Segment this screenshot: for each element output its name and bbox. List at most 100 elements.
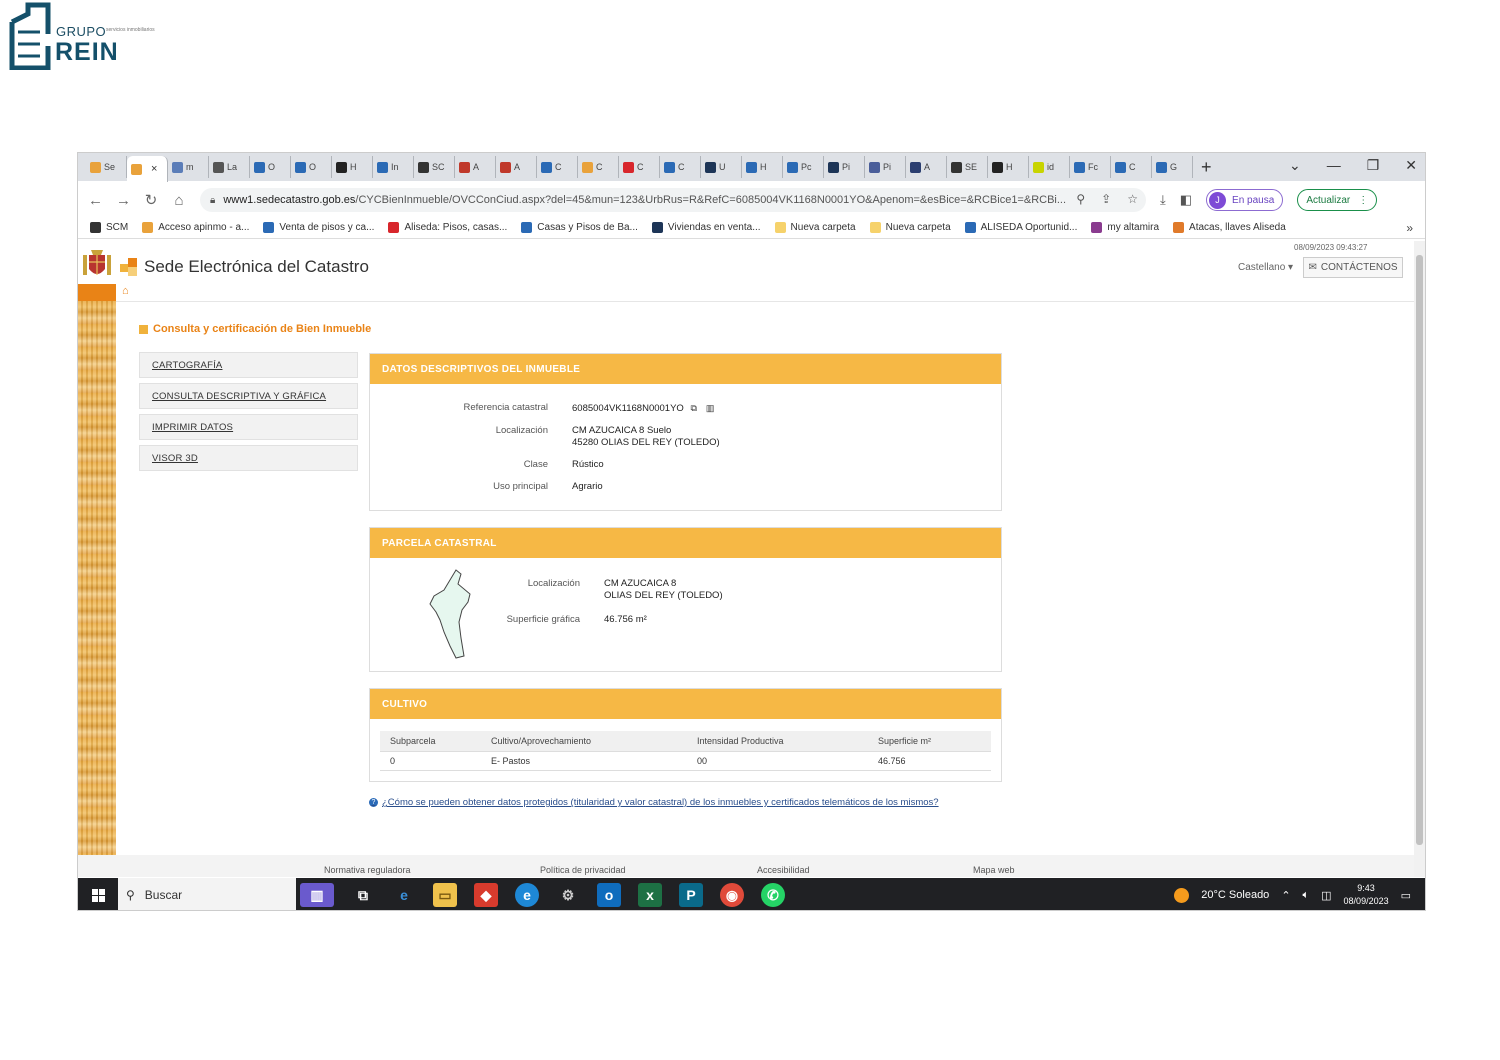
anydesk-icon[interactable]: ◆ [474, 883, 498, 907]
reload-icon[interactable]: ↻ [144, 191, 158, 209]
home-icon[interactable]: ⌂ [172, 192, 186, 209]
speaker-icon[interactable]: 🔈︎ [1303, 889, 1310, 902]
windows-taskbar: ⚲ Buscar ▥ ⧉ e ▭ ◆ e ⚙ o x P ◉ ✆ 20°C So… [78, 878, 1425, 910]
bookmark-item[interactable]: Atacas, llaves Aliseda [1173, 222, 1286, 233]
bookmark-star-icon[interactable]: ☆ [1127, 192, 1138, 206]
bookmark-item[interactable]: my altamira [1091, 222, 1159, 233]
browser-tab[interactable]: C [660, 156, 701, 178]
start-button[interactable] [78, 878, 118, 910]
browser-tab[interactable]: G [1152, 156, 1193, 178]
footer-link-privacidad[interactable]: Política de privacidad [540, 865, 626, 875]
scrollbar-thumb[interactable] [1416, 255, 1423, 845]
contact-button[interactable]: ✉ CONTÁCTENOS [1303, 257, 1403, 278]
browser-tab[interactable]: SE [947, 156, 988, 178]
back-arrow-icon[interactable]: ← [88, 192, 103, 209]
browser-tab[interactable]: U [701, 156, 742, 178]
language-selector[interactable]: Castellano ▾ [1238, 262, 1293, 273]
footer-link-mapa-web[interactable]: Mapa web [973, 865, 1015, 875]
books-app-icon[interactable]: ▥ [300, 883, 334, 907]
footer-link-normativa[interactable]: Normativa reguladora [324, 865, 411, 875]
new-tab-button[interactable]: + [1201, 157, 1212, 178]
bookmark-item[interactable]: Venta de pisos y ca... [263, 222, 374, 233]
browser-tab[interactable]: H [988, 156, 1029, 178]
taskbar-apps: ▥ ⧉ e ▭ ◆ e ⚙ o x P ◉ ✆ [300, 883, 785, 907]
browser-tab[interactable]: H [742, 156, 783, 178]
panel-header: DATOS DESCRIPTIVOS DEL INMUEBLE [370, 354, 1001, 384]
browser-tab[interactable]: Pi [824, 156, 865, 178]
browser-tab[interactable]: O [291, 156, 332, 178]
forward-arrow-icon[interactable]: → [116, 192, 131, 209]
address-bar[interactable]: 🔒︎ www1.sedecatastro.gob.es/CYCBienInmue… [200, 188, 1146, 212]
outlook-icon[interactable]: o [597, 883, 621, 907]
tray-chevron-icon[interactable]: ⌃ [1281, 889, 1290, 902]
browser-tab[interactable]: SC [414, 156, 455, 178]
bookmark-item[interactable]: Nueva carpeta [869, 222, 951, 233]
zoom-search-icon[interactable]: ⚲ [1076, 192, 1085, 206]
bookmark-item[interactable]: Aliseda: Pisos, casas... [388, 222, 507, 233]
bookmarks-overflow-icon[interactable]: » [1406, 221, 1413, 235]
chrome-icon[interactable]: ◉ [720, 883, 744, 907]
browser-tab[interactable]: × [127, 156, 168, 182]
nav-imprimir-datos[interactable]: IMPRIMIR DATOS [139, 414, 358, 440]
browser-tab[interactable]: C [537, 156, 578, 178]
download-icon[interactable]: ⤓ [1160, 192, 1166, 208]
network-icon[interactable]: ◫ [1321, 889, 1331, 902]
excel-icon[interactable]: x [638, 883, 662, 907]
bookmark-item[interactable]: Acceso apinmo - a... [142, 222, 249, 233]
bookmark-item[interactable]: Casas y Pisos de Ba... [521, 222, 638, 233]
browser-tab[interactable]: m [168, 156, 209, 178]
nav-cartografia[interactable]: CARTOGRAFÍA [139, 352, 358, 378]
page-scrollbar[interactable] [1414, 241, 1425, 877]
publisher-icon[interactable]: P [679, 883, 703, 907]
task-view-icon[interactable]: ⧉ [351, 883, 375, 907]
share-icon[interactable]: ⇪ [1101, 192, 1111, 206]
nav-consulta-descriptiva[interactable]: CONSULTA DESCRIPTIVA Y GRÁFICA [139, 383, 358, 409]
browser-tab[interactable]: O [250, 156, 291, 178]
file-explorer-icon[interactable]: ▭ [433, 883, 457, 907]
browser-tab[interactable]: A [906, 156, 947, 178]
home-breadcrumb-icon[interactable]: ⌂ [122, 285, 129, 297]
copy-icon[interactable]: ⧉ [690, 402, 696, 414]
bookmark-item[interactable]: Nueva carpeta [774, 222, 856, 233]
browser-tab[interactable]: C [1111, 156, 1152, 178]
close-window-button[interactable]: ✕ [1405, 157, 1417, 174]
browser-tab[interactable]: In [373, 156, 414, 178]
browser-tab[interactable]: A [455, 156, 496, 178]
browser-tab[interactable]: A [496, 156, 537, 178]
close-tab-icon[interactable]: × [151, 163, 157, 175]
footer-link-accesibilidad[interactable]: Accesibilidad [757, 865, 810, 875]
tab-search-icon[interactable]: ⌄ [1289, 157, 1301, 174]
edge-icon[interactable]: e [515, 883, 539, 907]
weather-text[interactable]: 20°C Soleado [1201, 889, 1269, 901]
side-panel-icon[interactable]: ◧ [1180, 192, 1192, 208]
profile-button[interactable]: J En pausa [1206, 189, 1284, 211]
settings-app-icon[interactable]: ⚙ [556, 883, 580, 907]
browser-tab[interactable]: C [619, 156, 660, 178]
bookmark-item[interactable]: Viviendas en venta... [651, 222, 761, 233]
update-button[interactable]: Actualizar ⋮ [1297, 189, 1378, 211]
protected-data-help-link[interactable]: ? ¿Cómo se pueden obtener datos protegid… [369, 797, 939, 808]
taskbar-search[interactable]: ⚲ Buscar [118, 878, 296, 910]
whatsapp-icon[interactable]: ✆ [761, 883, 785, 907]
browser-tab[interactable]: Pi [865, 156, 906, 178]
browser-tab[interactable]: id [1029, 156, 1070, 178]
browser-tab[interactable]: Pc [783, 156, 824, 178]
notifications-icon[interactable]: ▭ [1401, 889, 1411, 902]
taskbar-clock[interactable]: 9:43 08/09/2023 [1344, 882, 1389, 908]
barcode-icon[interactable]: ▥ [706, 402, 715, 414]
screenshot-canvas: GRUPO servicios inmobiliarios REIN Se × m L… [0, 0, 1500, 1060]
internet-explorer-icon[interactable]: e [392, 883, 416, 907]
restore-button[interactable]: ❐ [1367, 157, 1380, 174]
site-brand[interactable]: Sede Electrónica del Catastro [120, 257, 369, 277]
minimize-button[interactable]: — [1327, 157, 1341, 174]
browser-tab[interactable]: H [332, 156, 373, 178]
bookmark-item[interactable]: ALISEDA Oportunid... [964, 222, 1077, 233]
parcel-shape-image[interactable] [426, 568, 476, 660]
browser-tab[interactable]: Fc [1070, 156, 1111, 178]
menu-dots-icon[interactable]: ⋮ [1358, 195, 1368, 206]
browser-tab[interactable]: Se [86, 156, 127, 178]
bookmark-item[interactable]: SCM [90, 222, 128, 233]
nav-visor-3d[interactable]: VISOR 3D [139, 445, 358, 471]
browser-tab[interactable]: La [209, 156, 250, 178]
browser-tab[interactable]: C [578, 156, 619, 178]
